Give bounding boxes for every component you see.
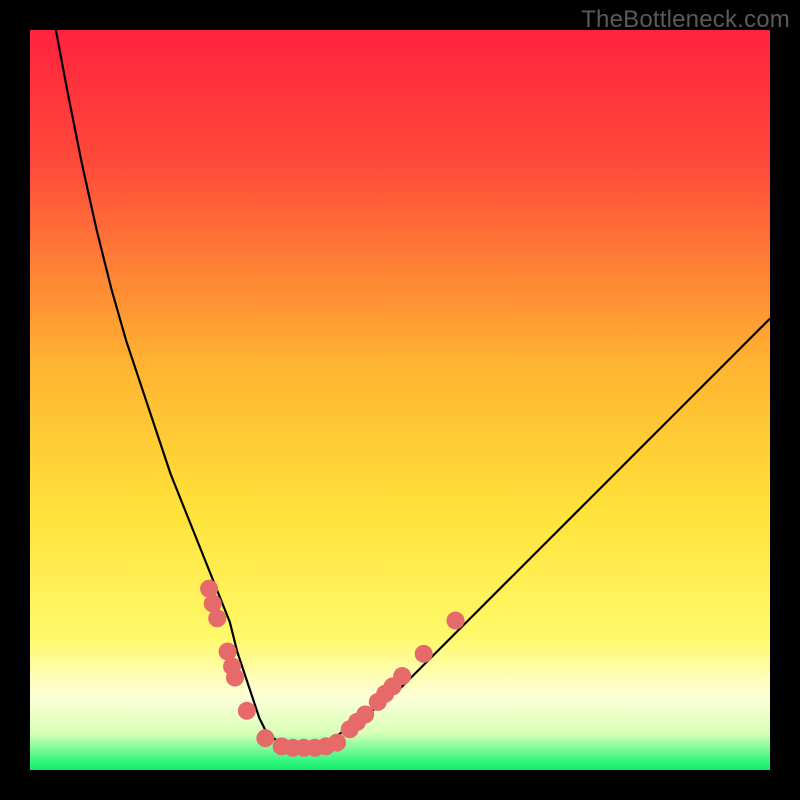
data-dot-right — [415, 645, 433, 663]
data-dot-bottom — [328, 734, 346, 752]
data-dot-left — [208, 609, 226, 627]
watermark-text: TheBottleneck.com — [581, 6, 790, 34]
gradient-bg — [30, 30, 770, 770]
data-dot-left — [226, 669, 244, 687]
data-dot-right — [393, 667, 411, 685]
data-dot-right — [447, 612, 465, 630]
data-dot-left — [238, 702, 256, 720]
chart-frame: TheBottleneck.com — [0, 0, 800, 800]
plot-area — [30, 30, 770, 770]
data-dot-left — [256, 729, 274, 747]
chart-svg — [30, 30, 770, 770]
